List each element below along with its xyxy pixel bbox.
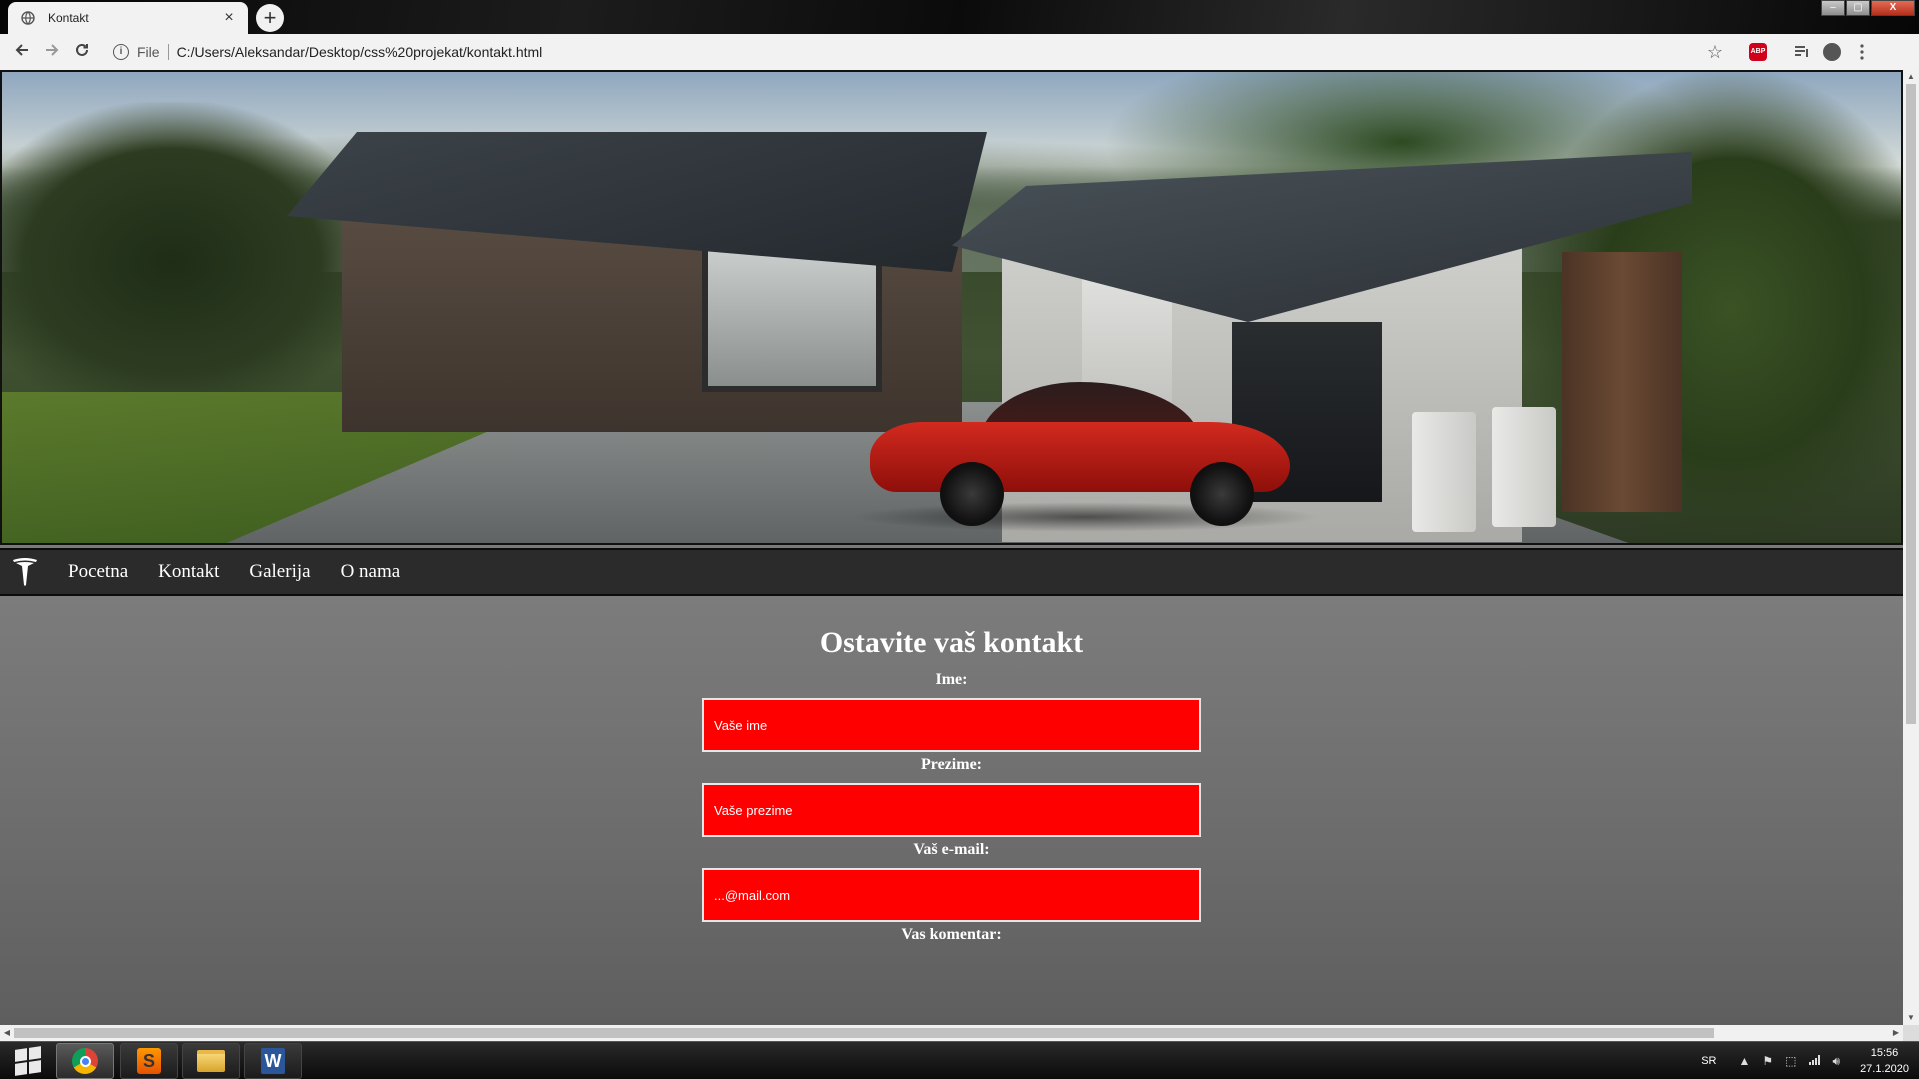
- chrome-icon: [72, 1048, 98, 1074]
- menu-kebab-icon[interactable]: [1847, 37, 1877, 67]
- taskbar-chrome-button[interactable]: [56, 1043, 114, 1079]
- minimize-button[interactable]: –: [1821, 0, 1845, 16]
- maximize-button[interactable]: ▢: [1846, 0, 1870, 16]
- address-url[interactable]: C:/Users/Aleksandar/Desktop/css%20projek…: [177, 44, 1707, 60]
- scrollbar-corner: [1903, 1025, 1919, 1041]
- taskbar-explorer-button[interactable]: [182, 1043, 240, 1079]
- taskbar-word-button[interactable]: W: [244, 1043, 302, 1079]
- last-name-input[interactable]: Vaše prezime: [702, 783, 1201, 837]
- address-bar[interactable]: i File C:/Users/Aleksandar/Desktop/css%2…: [103, 38, 1743, 66]
- nav-link-kontakt[interactable]: Kontakt: [158, 561, 219, 583]
- nav-link-o-nama[interactable]: O nama: [341, 561, 401, 583]
- back-arrow-icon[interactable]: [7, 37, 37, 67]
- word-icon: W: [261, 1048, 285, 1074]
- browser-tab[interactable]: Kontakt ×: [8, 2, 248, 34]
- vertical-scroll-thumb[interactable]: [1906, 84, 1916, 724]
- os-taskbar: S W SR ▲ ⚑ ⬚ 🔊︎ 15:56 27.1.2020: [0, 1041, 1919, 1079]
- forward-arrow-icon[interactable]: [37, 37, 67, 67]
- window-controls: – ▢ X: [1821, 0, 1915, 16]
- sublime-text-icon: S: [137, 1048, 161, 1074]
- horizontal-scroll-thumb[interactable]: [14, 1028, 1714, 1038]
- tesla-logo-icon[interactable]: [8, 554, 42, 590]
- nav-link-pocetna[interactable]: Pocetna: [68, 561, 128, 583]
- bookmark-star-icon[interactable]: ☆: [1707, 42, 1723, 63]
- profile-avatar-icon[interactable]: [1817, 37, 1847, 67]
- horizontal-scrollbar[interactable]: ◀ ▶: [0, 1025, 1903, 1041]
- media-queue-icon[interactable]: [1787, 37, 1817, 67]
- email-input[interactable]: ...@mail.com: [702, 868, 1201, 922]
- address-scheme: File: [137, 44, 160, 60]
- volume-icon[interactable]: 🔊︎: [1833, 1054, 1841, 1069]
- globe-icon: [20, 10, 36, 26]
- site-navigation: Pocetna Kontakt Galerija O nama: [0, 548, 1903, 596]
- red-car-image: [850, 372, 1320, 532]
- last-name-label: Prezime:: [921, 756, 982, 773]
- start-button[interactable]: [6, 1044, 50, 1078]
- scroll-left-arrow-icon[interactable]: ◀: [0, 1025, 14, 1041]
- taskbar-sublime-button[interactable]: S: [120, 1043, 178, 1079]
- tray-expand-icon[interactable]: ▲: [1739, 1054, 1751, 1068]
- email-label: Vaš e-mail:: [913, 841, 990, 858]
- page-title: Ostavite vaš kontakt: [819, 626, 1084, 659]
- new-tab-button[interactable]: +: [256, 4, 284, 32]
- windows-logo-icon: [15, 1046, 41, 1076]
- contact-form-section: Ostavite vaš kontakt Ime: Vaše ime Prezi…: [0, 596, 1903, 1025]
- action-center-flag-icon[interactable]: ⚑: [1762, 1054, 1773, 1068]
- network-adapter-icon[interactable]: ⬚: [1785, 1054, 1796, 1068]
- scroll-right-arrow-icon[interactable]: ▶: [1889, 1025, 1903, 1041]
- info-icon[interactable]: i: [113, 44, 129, 60]
- browser-titlebar: Kontakt × + – ▢ X: [0, 0, 1919, 34]
- language-indicator[interactable]: SR: [1701, 1055, 1716, 1067]
- nav-link-galerija[interactable]: Galerija: [249, 561, 310, 583]
- address-separator: [167, 44, 169, 60]
- hero-image: [0, 70, 1903, 545]
- clock[interactable]: 15:56 27.1.2020: [1860, 1045, 1909, 1077]
- comment-label: Vas komentar:: [901, 926, 1002, 943]
- tab-close-icon[interactable]: ×: [220, 9, 238, 27]
- tab-title: Kontakt: [48, 11, 89, 25]
- clock-time: 15:56: [1870, 1047, 1899, 1059]
- clock-date: 27.1.2020: [1860, 1063, 1909, 1075]
- reload-icon[interactable]: [67, 37, 97, 67]
- first-name-input[interactable]: Vaše ime: [702, 698, 1201, 752]
- adblock-plus-icon[interactable]: ABP: [1743, 37, 1773, 67]
- close-window-button[interactable]: X: [1871, 0, 1915, 16]
- scroll-down-arrow-icon[interactable]: ▼: [1903, 1011, 1919, 1025]
- system-tray: SR ▲ ⚑ ⬚ 🔊︎ 15:56 27.1.2020: [1701, 1042, 1909, 1079]
- scroll-up-arrow-icon[interactable]: ▲: [1903, 70, 1919, 84]
- first-name-label: Ime:: [935, 671, 968, 688]
- signal-strength-icon[interactable]: [1808, 1054, 1821, 1068]
- vertical-scrollbar[interactable]: ▲ ▼: [1903, 70, 1919, 1025]
- browser-toolbar: i File C:/Users/Aleksandar/Desktop/css%2…: [0, 34, 1919, 70]
- page-viewport: Pocetna Kontakt Galerija O nama Ostavite…: [0, 70, 1903, 1025]
- file-explorer-icon: [197, 1050, 225, 1072]
